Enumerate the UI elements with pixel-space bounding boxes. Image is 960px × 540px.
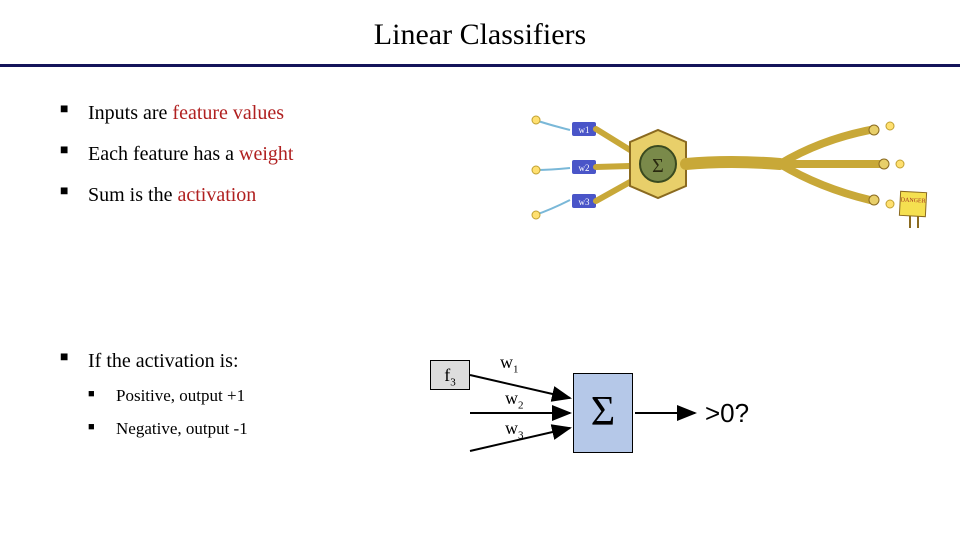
sigma-box: Σ	[573, 373, 633, 453]
bullet-text: If the activation is:	[88, 350, 239, 372]
neuron-w1-label: w1	[579, 125, 590, 135]
bullet-if-activation: If the activation is: Positive, output +…	[60, 348, 248, 441]
threshold-label: >0?	[705, 398, 749, 429]
bullet-term: activation	[177, 184, 256, 206]
title-rule	[0, 64, 960, 67]
w-sub: 2	[518, 400, 524, 412]
w-label: w	[500, 352, 513, 372]
w-sub: 3	[518, 430, 524, 442]
lower-bullets: If the activation is: Positive, output +…	[60, 348, 248, 455]
bullet-text: Inputs are	[88, 102, 172, 124]
neuron-cartoon: w1 w2 w3 Σ DANGER	[530, 100, 930, 240]
weight-label-2: w2	[505, 388, 524, 412]
bullet-term: feature values	[172, 102, 284, 124]
sub-bullet-positive: Positive, output +1	[88, 385, 248, 408]
weight-label-1: w1	[500, 352, 519, 376]
diagram-arrows	[430, 360, 910, 500]
bullet-term: weight	[239, 143, 293, 165]
w-sub: 1	[513, 364, 519, 376]
w-label: w	[505, 418, 518, 438]
weight-label-3: w3	[505, 418, 524, 442]
bullet-text: Sum is the	[88, 184, 177, 206]
neuron-w3-label: w3	[579, 197, 590, 207]
neuron-w2-label: w2	[579, 163, 590, 173]
perceptron-diagram: f1 f2 f3 w1 w2 w3 Σ >0?	[430, 360, 910, 500]
page-title: Linear Classifiers	[0, 0, 960, 64]
w-label: w	[505, 388, 518, 408]
neuron-sigma: Σ	[652, 155, 664, 177]
sub-bullet-negative: Negative, output -1	[88, 418, 248, 441]
bullet-text: Each feature has a	[88, 143, 239, 165]
